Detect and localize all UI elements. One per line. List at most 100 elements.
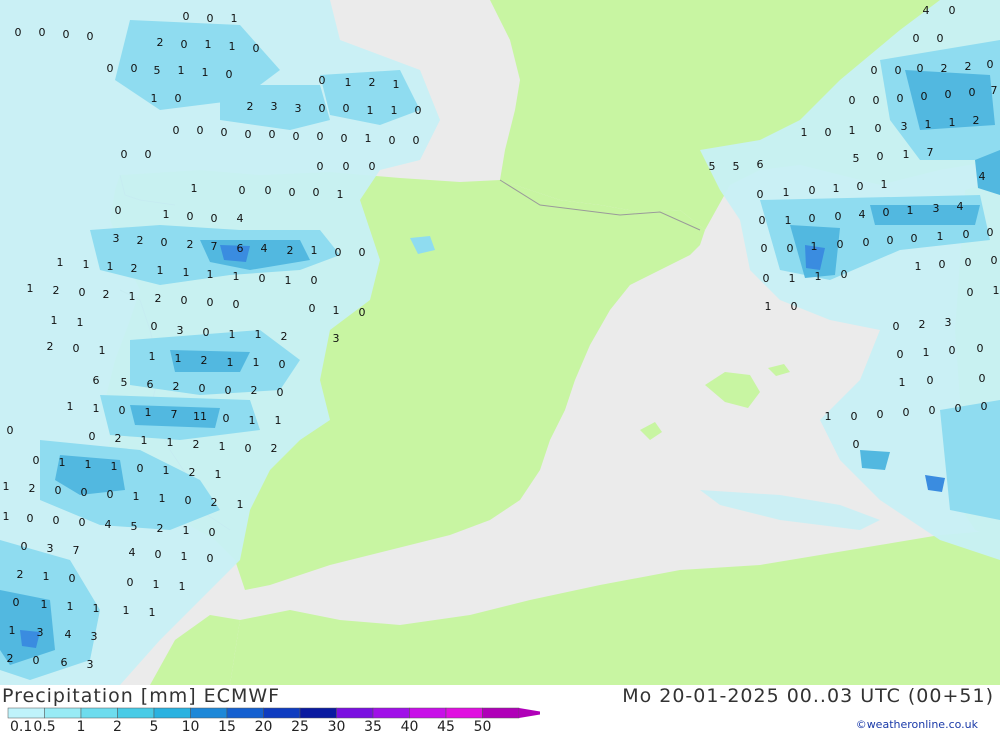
precip-value: 0 — [981, 400, 988, 413]
precip-value: 1 — [111, 460, 118, 473]
precip-value: 1 — [179, 580, 186, 593]
precip-value: 0 — [309, 302, 316, 315]
map-canvas: 0 0 0 0 0 0 1 2 0 1 1 0 0 0 5 1 1 0 1 0 2 3 3 0 1 2 1 0 0 1 1 0 0 0 0 0 0 0 0 0… — [0, 0, 1000, 685]
precip-value: 1 — [275, 414, 282, 427]
precip-value: 1 — [391, 104, 398, 117]
precip-value: 1 — [93, 602, 100, 615]
precip-value: 0 — [863, 236, 870, 249]
precip-value: 0 — [871, 64, 878, 77]
precip-value: 0 — [207, 296, 214, 309]
precip-value: 0 — [897, 92, 904, 105]
precip-value: 0 — [415, 104, 422, 117]
precip-value: 3 — [933, 202, 940, 215]
precip-value: 2 — [941, 62, 948, 75]
precip-value: 2 — [201, 354, 208, 367]
precip-value: 2 — [247, 100, 254, 113]
precip-value: 0 — [809, 184, 816, 197]
precip-value: 1 — [849, 124, 856, 137]
precip-value: 3 — [113, 232, 120, 245]
precip-value: 2 — [7, 652, 14, 665]
source-credit[interactable]: ©weatheronline.co.uk — [856, 718, 978, 731]
precip-value: 1 — [765, 300, 772, 313]
legend-swatches — [7, 707, 540, 719]
precip-value: 0 — [967, 286, 974, 299]
precip-value: 6 — [757, 158, 764, 171]
legend-swatch — [445, 707, 483, 719]
legend-label: 50 — [474, 719, 492, 733]
legend-label: 5 — [150, 719, 159, 733]
precip-value: 1 — [41, 598, 48, 611]
legend-label: 0.1 — [10, 719, 32, 733]
precip-value: 0 — [359, 306, 366, 319]
precip-value: 0 — [313, 186, 320, 199]
precip-value: 0 — [79, 286, 86, 299]
precip-value: 1 — [785, 214, 792, 227]
precip-value: 1 — [237, 498, 244, 511]
precip-value: 0 — [837, 238, 844, 251]
precip-value: 1 — [811, 240, 818, 253]
precip-value: 0 — [13, 596, 20, 609]
precip-value: 1 — [345, 76, 352, 89]
precip-value: 1 — [145, 406, 152, 419]
precip-value: 0 — [137, 462, 144, 475]
precip-value: 0 — [763, 272, 770, 285]
precip-value: 7 — [927, 146, 934, 159]
precip-value: 1 — [93, 402, 100, 415]
precip-value: 4 — [105, 518, 112, 531]
precip-value: 0 — [221, 126, 228, 139]
precip-value: 0 — [857, 180, 864, 193]
legend-label: 25 — [291, 719, 309, 733]
precip-value: 2 — [157, 522, 164, 535]
precip-value: 0 — [259, 272, 266, 285]
precip-value: 0 — [369, 160, 376, 173]
precip-value: 0 — [175, 92, 182, 105]
precip-value: 0 — [121, 148, 128, 161]
legend-swatch — [190, 707, 228, 719]
precip-value: 0 — [965, 256, 972, 269]
legend-swatch — [336, 707, 374, 719]
precip-value: 1 — [915, 260, 922, 273]
precipitation-map[interactable]: 0 0 0 0 0 0 1 2 0 1 1 0 0 0 5 1 1 0 1 0 2 3 3 0 1 2 1 0 0 1 1 0 0 0 0 0 0 0 0 0… — [0, 0, 1000, 685]
precip-value: 1 — [255, 328, 262, 341]
precip-value: 1 — [67, 600, 74, 613]
precip-value: 0 — [245, 128, 252, 141]
precip-value: 2 — [965, 60, 972, 73]
precip-value: 0 — [87, 30, 94, 43]
precip-value: 0 — [343, 160, 350, 173]
precip-value: 0 — [921, 90, 928, 103]
precip-value: 0 — [987, 226, 994, 239]
legend-swatch — [482, 707, 520, 719]
precip-value: 0 — [203, 326, 210, 339]
precip-value: 0 — [269, 128, 276, 141]
precip-value: 0 — [119, 404, 126, 417]
precip-value: 0 — [873, 94, 880, 107]
precip-value: 2 — [29, 482, 36, 495]
precip-value: 1 — [207, 268, 214, 281]
precip-value: 1 — [233, 270, 240, 283]
precip-value: 0 — [987, 58, 994, 71]
precip-value: 1 — [249, 414, 256, 427]
precip-value: 1 — [881, 178, 888, 191]
precip-value: 0 — [841, 268, 848, 281]
precip-value: 2 — [155, 292, 162, 305]
precip-value: 1 — [937, 230, 944, 243]
precip-value: 1 — [163, 464, 170, 477]
precip-value: 5 — [853, 152, 860, 165]
precip-value: 0 — [917, 62, 924, 75]
precip-value: 4 — [237, 212, 244, 225]
precip-value: 2 — [115, 432, 122, 445]
precip-value: 0 — [211, 212, 218, 225]
precip-value: 1 — [27, 282, 34, 295]
precip-value: 1 — [815, 270, 822, 283]
precip-value: 0 — [53, 514, 60, 527]
precip-value: 1 — [903, 148, 910, 161]
precip-value: 1 — [107, 260, 114, 273]
precip-value: 0 — [927, 374, 934, 387]
precip-value: 0 — [226, 68, 233, 81]
precip-value: 1 — [183, 266, 190, 279]
precip-value: 0 — [903, 406, 910, 419]
precip-value: 1 — [219, 440, 226, 453]
precip-value: 1 — [789, 272, 796, 285]
precip-value: 0 — [69, 572, 76, 585]
legend-swatch — [80, 707, 118, 719]
